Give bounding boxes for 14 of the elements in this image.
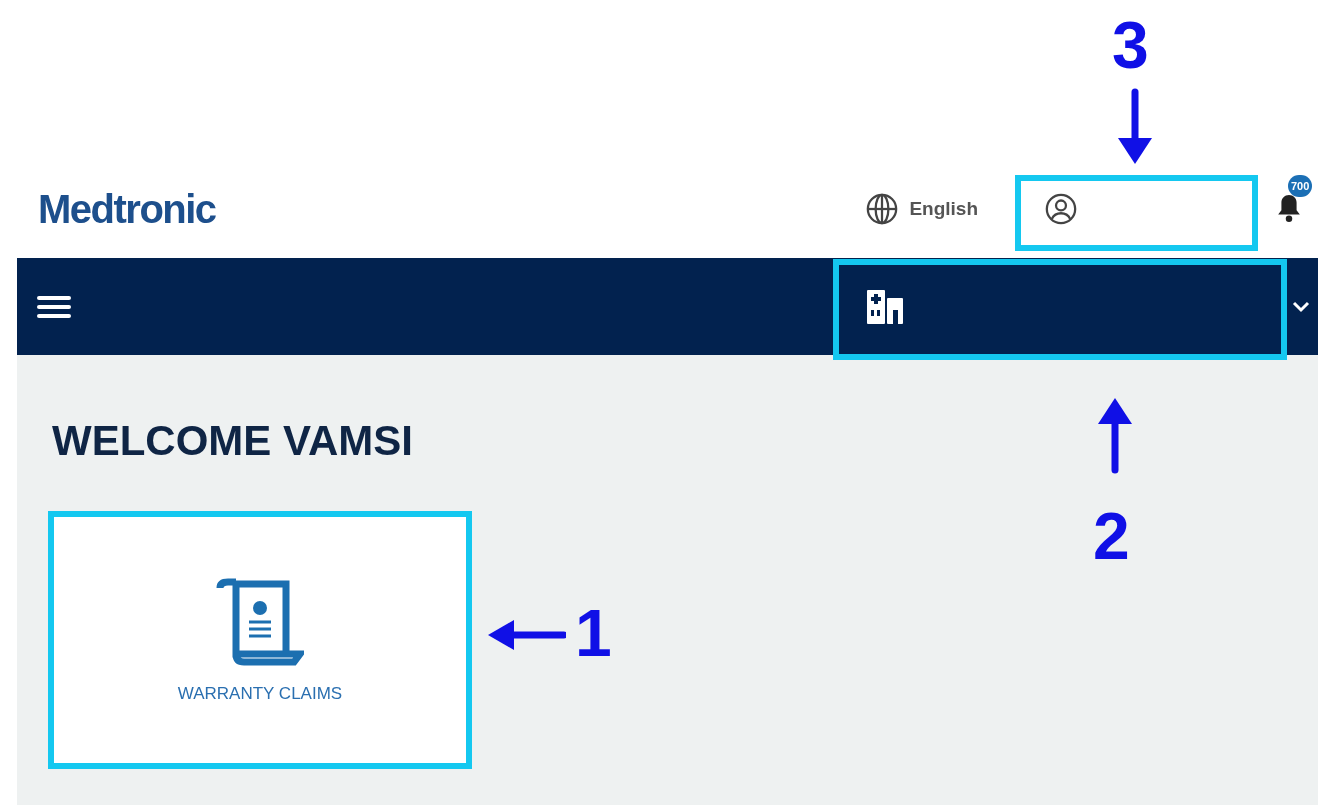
notification-count: 700 [1288,175,1313,197]
brand-logo[interactable]: Medtronic [38,186,216,232]
language-selector[interactable]: English [865,192,978,226]
menu-icon[interactable] [37,295,71,318]
welcome-heading: WELCOME VAMSI [52,417,413,465]
chevron-down-icon[interactable] [1291,300,1310,313]
callout-number: 2 [1093,503,1130,569]
globe-icon [865,192,900,226]
building-icon [867,289,903,324]
callout-number: 3 [1112,12,1149,78]
scroll-document-icon [216,576,304,666]
warranty-claims-tile[interactable]: WARRANTY CLAIMS [48,511,472,769]
callout-number: 1 [575,600,612,666]
user-icon [1044,192,1078,226]
